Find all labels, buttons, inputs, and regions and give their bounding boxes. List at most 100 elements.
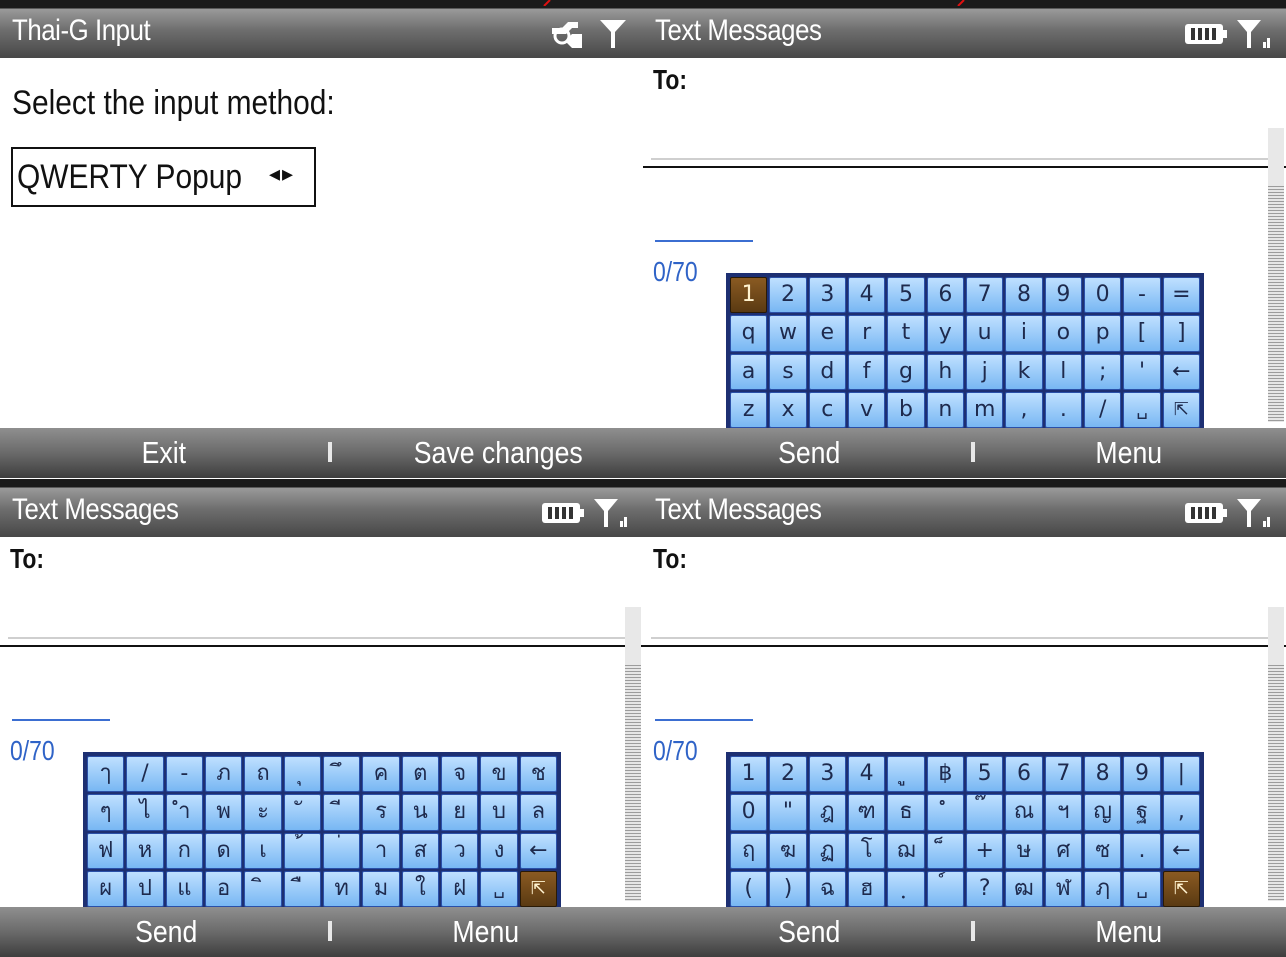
send-softkey[interactable]: Send [778, 914, 840, 950]
keyboard-key[interactable]: - [165, 756, 203, 793]
keyboard-key[interactable]: 0 [1083, 277, 1122, 314]
scrollbar[interactable] [1268, 186, 1284, 422]
keyboard-key[interactable]: | [1162, 756, 1200, 793]
keyboard-key[interactable]: ; [1083, 353, 1122, 390]
keyboard-key[interactable]: ] [1162, 315, 1200, 352]
keyboard-key[interactable]: ต [401, 756, 439, 793]
keyboard-key[interactable]: , [1005, 391, 1043, 428]
keyboard-key[interactable]: ⇱ [519, 870, 557, 907]
keyboard-key[interactable]: ( [730, 870, 768, 907]
keyboard-key[interactable]: 6 [1005, 756, 1043, 793]
send-softkey[interactable]: Send [135, 914, 197, 950]
keyboard-key[interactable]: ธ [887, 794, 925, 831]
keyboard-key[interactable]: ฺ [887, 870, 925, 907]
keyboard-key[interactable]: 9 [1123, 756, 1161, 793]
keyboard-key[interactable]: . [1123, 832, 1161, 869]
save-changes-softkey[interactable]: Save changes [414, 435, 583, 471]
scrollbar[interactable] [625, 665, 641, 901]
keyboard-key[interactable]: ู [887, 756, 925, 793]
keyboard-key[interactable]: v [847, 391, 886, 428]
keyboard-key[interactable]: ิ [244, 870, 282, 907]
keyboard-key[interactable]: ๆ [87, 794, 125, 831]
exit-softkey[interactable]: Exit [142, 435, 186, 471]
keyboard-key[interactable]: น [401, 794, 439, 831]
menu-softkey[interactable]: Menu [1095, 914, 1162, 950]
keyboard-key[interactable]: 7 [1044, 756, 1082, 793]
keyboard-key[interactable]: ' [1123, 353, 1161, 390]
recipient-field[interactable] [8, 637, 638, 639]
keyboard-key[interactable]: r [847, 315, 886, 352]
keyboard-key[interactable]: 6 [926, 277, 964, 314]
keyboard-key[interactable]: u [965, 315, 1004, 352]
keyboard-key[interactable]: ื [283, 870, 321, 907]
keyboard-key[interactable]: ว [440, 832, 479, 869]
keyboard-key[interactable]: o [1044, 315, 1082, 352]
keyboard-key[interactable]: ํ [926, 794, 964, 831]
keyboard-key[interactable]: ฉ [808, 870, 846, 907]
keyboard-key[interactable]: ึ [322, 756, 361, 793]
keyboard-key[interactable]: e [808, 315, 846, 352]
keyboard-key[interactable]: 8 [1083, 756, 1122, 793]
keyboard-key[interactable]: ฐ [1123, 794, 1161, 831]
keyboard-key[interactable]: ฤ [730, 832, 768, 869]
keyboard-key[interactable]: ← [1162, 353, 1200, 390]
keyboard-key[interactable]: ศ [1044, 832, 1082, 869]
keyboard-key[interactable]: q [730, 315, 768, 352]
keyboard-key[interactable]: ← [1162, 832, 1200, 869]
keyboard-key[interactable]: ล [519, 794, 557, 831]
keyboard-key[interactable]: 2 [769, 277, 807, 314]
keyboard-key[interactable]: ุ [283, 756, 321, 793]
message-body-field[interactable] [12, 719, 110, 721]
input-method-selector[interactable]: QWERTY Popup ◂▸ [11, 147, 316, 207]
keyboard-key[interactable]: ำ [165, 794, 203, 831]
left-right-arrows-icon[interactable]: ◂▸ [269, 161, 295, 187]
keyboard-key[interactable]: ผ [87, 870, 125, 907]
keyboard-key[interactable]: ใ [401, 870, 439, 907]
keyboard-key[interactable]: / [1083, 391, 1122, 428]
keyboard-key[interactable]: ถ [244, 756, 282, 793]
keyboard-key[interactable]: ␣ [1123, 391, 1161, 428]
keyboard-key[interactable]: โ [847, 832, 886, 869]
message-body-field[interactable] [655, 719, 753, 721]
keyboard-key[interactable]: 3 [808, 756, 846, 793]
keyboard-key[interactable]: f [847, 353, 886, 390]
keyboard-key[interactable]: m [965, 391, 1004, 428]
keyboard-key[interactable]: w [769, 315, 807, 352]
keyboard-key[interactable]: ท [322, 870, 361, 907]
keyboard-key[interactable]: ␣ [1123, 870, 1161, 907]
keyboard-key[interactable]: ฑ [847, 794, 886, 831]
keyboard-key[interactable]: ฿ [926, 756, 964, 793]
keyboard-key[interactable]: ) [769, 870, 807, 907]
keyboard-key[interactable]: ฎ [808, 794, 846, 831]
keyboard-key[interactable]: ไ [126, 794, 164, 831]
keyboard-key[interactable]: h [926, 353, 964, 390]
keyboard-key[interactable]: ฝ [440, 870, 479, 907]
keyboard-key[interactable]: 1 [730, 756, 768, 793]
keyboard-key[interactable]: l [1044, 353, 1082, 390]
keyboard-key[interactable]: า [362, 832, 400, 869]
keyboard-key[interactable]: [ [1123, 315, 1161, 352]
keyboard-key[interactable]: ส [401, 832, 439, 869]
keyboard-key[interactable]: ี [322, 794, 361, 831]
menu-softkey[interactable]: Menu [1095, 435, 1162, 471]
keyboard-key[interactable]: 9 [1044, 277, 1082, 314]
keyboard-key[interactable]: d [808, 353, 846, 390]
keyboard-key[interactable]: 1 [730, 277, 768, 314]
keyboard-key[interactable]: บ [480, 794, 518, 831]
keyboard-key[interactable]: ⇱ [1162, 870, 1200, 907]
keyboard-key[interactable]: ๅ [87, 756, 125, 793]
keyboard-key[interactable]: 0 [730, 794, 768, 831]
keyboard-key[interactable]: พ [204, 794, 243, 831]
keyboard-key[interactable]: 2 [769, 756, 807, 793]
keyboard-key[interactable]: ม [362, 870, 400, 907]
keyboard-key[interactable]: 4 [847, 277, 886, 314]
keyboard-key[interactable]: t [887, 315, 925, 352]
keyboard-key[interactable]: ␣ [480, 870, 518, 907]
keyboard-key[interactable]: = [1162, 277, 1200, 314]
keyboard-key[interactable]: ฌ [887, 832, 925, 869]
keyboard-key[interactable]: b [887, 391, 925, 428]
keyboard-key[interactable]: ณ [1005, 794, 1043, 831]
keyboard-key[interactable]: n [926, 391, 964, 428]
recipient-field[interactable] [651, 158, 1281, 160]
keyboard-key[interactable]: ห [126, 832, 164, 869]
